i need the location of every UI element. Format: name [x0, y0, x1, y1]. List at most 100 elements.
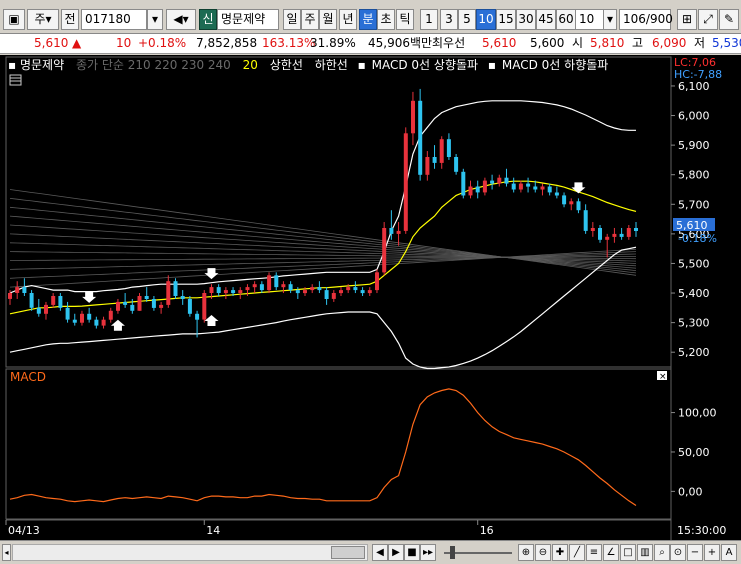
cross-tool-icon[interactable]: ✚ — [552, 544, 568, 561]
interval-button-10[interactable]: 10 — [476, 9, 496, 30]
candle-body — [389, 228, 394, 234]
bollinger-lower — [9, 246, 637, 370]
candle-body — [461, 171, 466, 196]
candle-body — [116, 301, 120, 311]
interval-button-5[interactable]: 5 — [458, 9, 476, 30]
candle-body — [173, 281, 178, 296]
period-button-0[interactable]: 일 — [283, 9, 301, 30]
market-select[interactable]: 주▾ — [27, 9, 59, 30]
trend-tool-icon[interactable]: ⤢ — [698, 9, 718, 30]
low-label: 저 — [694, 36, 706, 50]
period-button-6[interactable]: 틱 — [396, 9, 414, 30]
fast-forward-icon[interactable]: ▸▸ — [420, 544, 436, 561]
candle-body — [554, 192, 559, 196]
candle-body — [468, 186, 473, 196]
candle-body — [151, 299, 156, 308]
interval-button-3[interactable]: 3 — [440, 9, 458, 30]
chart-svg[interactable]: ▪ 명문제약 종가 단순 210 220 230 240 20 상한선 하한선 … — [0, 55, 741, 540]
legend-ma-list: 종가 단순 210 220 230 240 — [76, 58, 231, 72]
candle-body — [446, 139, 451, 157]
zoom-slider-handle[interactable] — [450, 546, 455, 559]
candle-body — [339, 290, 343, 294]
search-icon[interactable]: ⌕ — [654, 544, 670, 561]
credit-badge: 신 — [199, 9, 217, 30]
scroll-left-icon[interactable]: ◂ — [2, 544, 11, 561]
candle-body — [187, 299, 192, 314]
toolbar: ▣ 주▾ 전 017180 ▾ ◀▾ 신 명문제약 일주월년분초틱 1 3 5 10 1… — [0, 0, 741, 34]
candle-body — [245, 287, 250, 291]
zoom-slider[interactable] — [442, 544, 514, 561]
candle-body — [288, 284, 293, 291]
count-field[interactable]: 106/900 — [619, 9, 673, 30]
chart-menu-icon[interactable]: ▣ — [3, 9, 25, 30]
legend-table-icon[interactable] — [9, 74, 22, 86]
interval-button-45[interactable]: 45 — [536, 9, 556, 30]
macd-tick-label: 100,00 — [678, 407, 717, 420]
chart-scrollbar[interactable] — [12, 544, 368, 561]
candle-body — [439, 139, 444, 163]
volume-ratio: 163.13% — [262, 36, 316, 50]
period-button-3[interactable]: 년 — [339, 9, 357, 30]
period-button-4[interactable]: 분 — [359, 9, 377, 30]
candle-body — [137, 296, 142, 311]
stock-name-field[interactable]: 명문제약 — [217, 9, 279, 30]
legend: ▪ 명문제약 종가 단순 210 220 230 240 20 상한선 하한선 … — [8, 57, 608, 72]
candle-body — [547, 186, 552, 193]
time-tick-label: 04/13 — [8, 524, 40, 537]
time-tick-label: 16 — [480, 524, 494, 537]
code-dropdown-icon[interactable]: ▾ — [147, 9, 163, 30]
chart-area[interactable]: ▪ 명문제약 종가 단순 210 220 230 240 20 상한선 하한선 … — [0, 55, 741, 540]
period-button-1[interactable]: 주 — [301, 9, 319, 30]
scroll-prev-icon[interactable]: ◀ — [372, 544, 388, 561]
interval-input[interactable]: 10 — [575, 9, 605, 30]
candle-body — [216, 287, 221, 293]
candle-body — [29, 293, 34, 308]
interval-button-15[interactable]: 15 — [496, 9, 516, 30]
zoom-reset-icon[interactable]: ⊙ — [670, 544, 686, 561]
high-label: 고 — [632, 36, 644, 50]
candle-body — [360, 290, 365, 294]
macd-line — [9, 388, 637, 507]
rect-tool-icon[interactable]: □ — [620, 544, 636, 561]
legend-name-marker: ▪ — [8, 58, 16, 72]
play-icon[interactable]: ▶ — [388, 544, 404, 561]
best-price: 5,610 — [482, 36, 517, 50]
candle-body — [353, 287, 358, 291]
macd-close-glyph: × — [659, 372, 667, 382]
font-size-icon[interactable]: A — [721, 544, 737, 561]
interval-button-60[interactable]: 60 — [556, 9, 576, 30]
candle-body — [130, 304, 135, 311]
line-tool-icon[interactable]: ╱ — [569, 544, 585, 561]
stop-icon[interactable]: ■ — [404, 544, 420, 561]
stock-code-input[interactable]: 017180 — [81, 9, 147, 30]
signal-arrow — [110, 319, 125, 331]
interval-button-30[interactable]: 30 — [516, 9, 536, 30]
candle-body — [497, 177, 502, 184]
scrollbar-thumb[interactable] — [331, 546, 365, 559]
ma-fan-line — [9, 189, 637, 276]
period-button-2[interactable]: 월 — [319, 9, 337, 30]
price-tick-label: 5,400 — [678, 287, 710, 300]
grid-tool-icon[interactable]: ⊞ — [677, 9, 697, 30]
period-button-5[interactable]: 초 — [377, 9, 395, 30]
interval-button-1[interactable]: 1 — [420, 9, 438, 30]
zoom-out-icon[interactable]: ⊖ — [535, 544, 551, 561]
candle-body — [411, 100, 415, 134]
minus-icon[interactable]: − — [687, 544, 703, 561]
macd-axis: 100,00 50,00 0,00 — [671, 407, 717, 498]
candle-body — [590, 228, 595, 231]
candle-body — [303, 290, 307, 294]
volume: 7,852,858 — [196, 36, 258, 50]
candle-body — [382, 228, 387, 273]
draw-tool-icon[interactable]: ✎ — [719, 9, 739, 30]
fib-tool-icon[interactable]: ≡ — [586, 544, 602, 561]
candle-body — [166, 281, 171, 305]
angle-tool-icon[interactable]: ∠ — [603, 544, 619, 561]
zoom-in-icon[interactable]: ⊕ — [518, 544, 534, 561]
interval-dropdown-icon[interactable]: ▾ — [603, 9, 617, 30]
chart-type-icon[interactable]: ▥ — [637, 544, 653, 561]
type-button[interactable]: 전 — [61, 9, 79, 30]
candle-body — [94, 319, 99, 326]
plus-icon[interactable]: + — [704, 544, 720, 561]
speaker-icon[interactable]: ◀▾ — [166, 9, 196, 30]
